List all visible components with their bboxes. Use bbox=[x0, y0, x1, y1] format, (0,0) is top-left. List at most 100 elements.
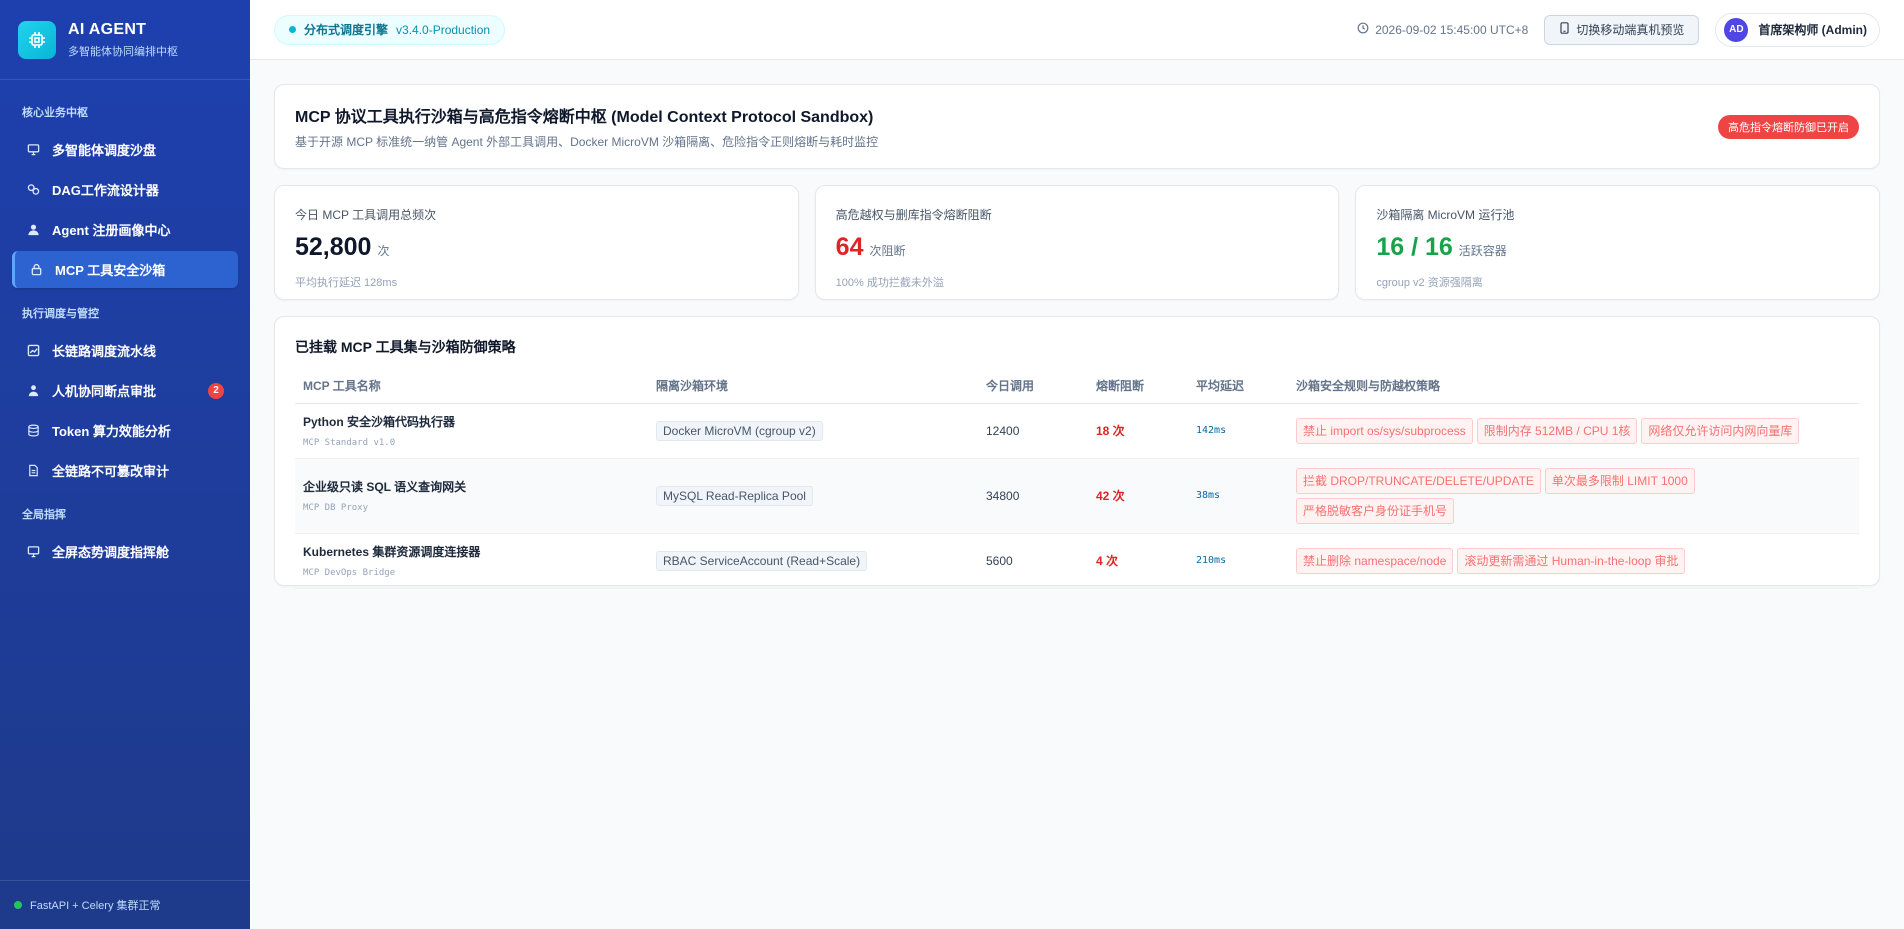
tool-name: Kubernetes 集群资源调度连接器 bbox=[303, 545, 481, 559]
sandbox-env-tag: RBAC ServiceAccount (Read+Scale) bbox=[656, 550, 868, 571]
phone-icon bbox=[1559, 22, 1570, 37]
sidebar-item-label: Token 算力效能分析 bbox=[52, 424, 171, 439]
monitor-icon bbox=[26, 545, 40, 559]
sidebar-item-label: 多智能体调度沙盘 bbox=[52, 143, 157, 158]
sidebar-item-audit[interactable]: 全链路不可篡改审计 bbox=[12, 452, 238, 489]
page-header-card: MCP 协议工具执行沙箱与高危指令熔断中枢 (Model Context Pro… bbox=[274, 84, 1880, 169]
tool-protocol: MCP DevOps Bridge bbox=[303, 568, 396, 578]
rule-tag: 禁止删除 namespace/node bbox=[1296, 547, 1454, 574]
person-icon bbox=[26, 384, 40, 398]
status-dot-icon bbox=[289, 26, 296, 33]
engine-status-pill: 分布式调度引擎 v3.4.0-Production bbox=[274, 14, 506, 45]
today-calls: 34800 bbox=[978, 458, 1088, 534]
sidebar-item-pipeline[interactable]: 长链路调度流水线 bbox=[12, 332, 238, 369]
stat-label: 今日 MCP 工具调用总频次 bbox=[295, 208, 437, 222]
user-menu[interactable]: AD 首席架构师 (Admin) bbox=[1715, 12, 1880, 47]
tool-name: 企业级只读 SQL 语义查询网关 bbox=[303, 480, 467, 494]
sidebar-item-token-analysis[interactable]: Token 算力效能分析 bbox=[12, 412, 238, 449]
stat-card-blocked: 高危越权与删库指令熔断阻断 64 次阻断 100% 成功拦截未外溢 bbox=[814, 185, 1340, 300]
status-dot-icon bbox=[14, 901, 22, 909]
lock-icon bbox=[29, 263, 43, 277]
stat-value: 52,800 bbox=[295, 233, 372, 261]
column-header: 熔断阻断 bbox=[1088, 369, 1188, 404]
blocked-count: 42 次 bbox=[1088, 458, 1188, 534]
mobile-preview-button[interactable]: 切换移动端真机预览 bbox=[1544, 14, 1700, 45]
avg-latency: 38ms bbox=[1188, 458, 1288, 534]
sidebar-item-hitl-approval[interactable]: 人机协同断点审批 2 bbox=[12, 372, 238, 409]
clock-icon bbox=[1357, 22, 1369, 37]
cluster-status-text: FastAPI + Celery 集群正常 bbox=[30, 900, 161, 912]
avg-latency: 142ms bbox=[1188, 403, 1288, 459]
tool-name: Python 安全沙箱代码执行器 bbox=[303, 415, 455, 429]
mcp-tools-table-card: 已挂载 MCP 工具集与沙箱防御策略 MCP 工具名称 隔离沙箱环境 今日调用 … bbox=[274, 316, 1880, 589]
sidebar-item-dag-designer[interactable]: DAG工作流设计器 bbox=[12, 171, 238, 208]
column-header: 沙箱安全规则与防越权策略 bbox=[1288, 369, 1859, 404]
sidebar-item-label: Agent 注册画像中心 bbox=[52, 223, 171, 238]
tool-protocol: MCP DB Proxy bbox=[303, 503, 369, 513]
sidebar-item-label: 人机协同断点审批 bbox=[52, 384, 157, 399]
sidebar-item-label: MCP 工具安全沙箱 bbox=[55, 263, 166, 278]
nav-group-global: 全局指挥 bbox=[22, 509, 66, 521]
avg-latency: 210ms bbox=[1188, 533, 1288, 589]
engine-name: 分布式调度引擎 bbox=[304, 23, 389, 37]
user-name: 首席架构师 (Admin) bbox=[1758, 23, 1867, 37]
chart-icon bbox=[26, 344, 40, 358]
table-row[interactable]: Python 安全沙箱代码执行器 MCP Standard v1.0 Docke… bbox=[295, 403, 1859, 459]
circuit-breaker-status-badge: 高危指令熔断防御已开启 bbox=[1718, 114, 1859, 139]
blocked-count: 18 次 bbox=[1088, 403, 1188, 459]
mcp-tools-table: MCP 工具名称 隔离沙箱环境 今日调用 熔断阻断 平均延迟 沙箱安全规则与防越… bbox=[295, 369, 1859, 589]
workflow-icon bbox=[26, 183, 40, 197]
section-title: 已挂载 MCP 工具集与沙箱防御策略 bbox=[295, 339, 516, 355]
column-header: 今日调用 bbox=[978, 369, 1088, 404]
stat-value: 64 bbox=[835, 233, 864, 261]
sidebar-item-mcp-sandbox[interactable]: MCP 工具安全沙箱 bbox=[12, 251, 238, 288]
today-calls: 12400 bbox=[978, 403, 1088, 459]
cluster-status: FastAPI + Celery 集群正常 bbox=[0, 880, 250, 929]
stat-hint: cgroup v2 资源强隔离 bbox=[1376, 277, 1483, 289]
rule-tag: 严格脱敏客户身份证手机号 bbox=[1296, 497, 1455, 524]
stat-value: 16 / 16 bbox=[1376, 233, 1453, 261]
engine-version: v3.4.0-Production bbox=[396, 22, 491, 37]
column-header: MCP 工具名称 bbox=[295, 369, 648, 404]
top-header: 分布式调度引擎 v3.4.0-Production 2026-09-02 15:… bbox=[250, 0, 1904, 60]
sidebar-item-command-center[interactable]: 全屏态势调度指挥舱 bbox=[12, 533, 238, 570]
main-content: MCP 协议工具执行沙箱与高危指令熔断中枢 (Model Context Pro… bbox=[274, 84, 1881, 589]
approval-count-badge: 2 bbox=[208, 382, 224, 399]
sidebar-item-agent-registry[interactable]: Agent 注册画像中心 bbox=[12, 211, 238, 248]
stat-hint: 100% 成功拦截未外溢 bbox=[835, 277, 944, 289]
stat-unit: 活跃容器 bbox=[1458, 244, 1507, 258]
column-header: 平均延迟 bbox=[1188, 369, 1288, 404]
system-time: 2026-09-02 15:45:00 UTC+8 bbox=[1357, 22, 1528, 37]
sidebar-item-agent-sandbox[interactable]: 多智能体调度沙盘 bbox=[12, 131, 238, 168]
tool-protocol: MCP Standard v1.0 bbox=[303, 438, 396, 448]
nav-group-execution: 执行调度与管控 bbox=[22, 308, 99, 320]
stat-hint: 平均执行延迟 128ms bbox=[295, 277, 398, 289]
stat-unit: 次 bbox=[377, 244, 390, 258]
stat-card-microvm-pool: 沙箱隔离 MicroVM 运行池 16 / 16 活跃容器 cgroup v2 … bbox=[1355, 185, 1881, 300]
page-description: 基于开源 MCP 标准统一纳管 Agent 外部工具调用、Docker Micr… bbox=[295, 135, 879, 149]
table-row[interactable]: Kubernetes 集群资源调度连接器 MCP DevOps Bridge R… bbox=[295, 533, 1859, 589]
stat-unit: 次阻断 bbox=[869, 244, 906, 258]
rule-tag: 单次最多限制 LIMIT 1000 bbox=[1544, 467, 1695, 494]
blocked-count: 4 次 bbox=[1088, 533, 1188, 589]
sidebar-item-label: 长链路调度流水线 bbox=[52, 344, 157, 359]
sidebar-item-label: 全链路不可篡改审计 bbox=[52, 464, 170, 479]
user-icon bbox=[26, 223, 40, 237]
avatar: AD bbox=[1724, 17, 1749, 42]
chip-icon bbox=[18, 20, 56, 59]
rule-tag: 网络仅允许访问内网向量库 bbox=[1641, 417, 1800, 444]
table-row[interactable]: 企业级只读 SQL 语义查询网关 MCP DB Proxy MySQL Read… bbox=[295, 458, 1859, 534]
brand: AI AGENT 多智能体协同编排中枢 bbox=[0, 0, 250, 80]
sandbox-env-tag: Docker MicroVM (cgroup v2) bbox=[656, 420, 823, 441]
mobile-preview-label: 切换移动端真机预览 bbox=[1576, 23, 1685, 37]
rule-tag: 拦截 DROP/TRUNCATE/DELETE/UPDATE bbox=[1296, 467, 1541, 494]
sandbox-env-tag: MySQL Read-Replica Pool bbox=[656, 485, 813, 506]
rule-tag: 限制内存 512MB / CPU 1核 bbox=[1476, 417, 1638, 444]
column-header: 隔离沙箱环境 bbox=[648, 369, 978, 404]
brand-subtitle: 多智能体协同编排中枢 bbox=[68, 45, 178, 58]
stat-card-total-calls: 今日 MCP 工具调用总频次 52,800 次 平均执行延迟 128ms bbox=[274, 185, 799, 300]
sidebar: AI AGENT 多智能体协同编排中枢 核心业务中枢 多智能体调度沙盘 DAG工… bbox=[0, 0, 250, 929]
brand-title: AI AGENT bbox=[68, 20, 147, 38]
stat-label: 沙箱隔离 MicroVM 运行池 bbox=[1376, 208, 1515, 222]
rule-tag: 滚动更新需通过 Human-in-the-loop 审批 bbox=[1457, 547, 1686, 574]
